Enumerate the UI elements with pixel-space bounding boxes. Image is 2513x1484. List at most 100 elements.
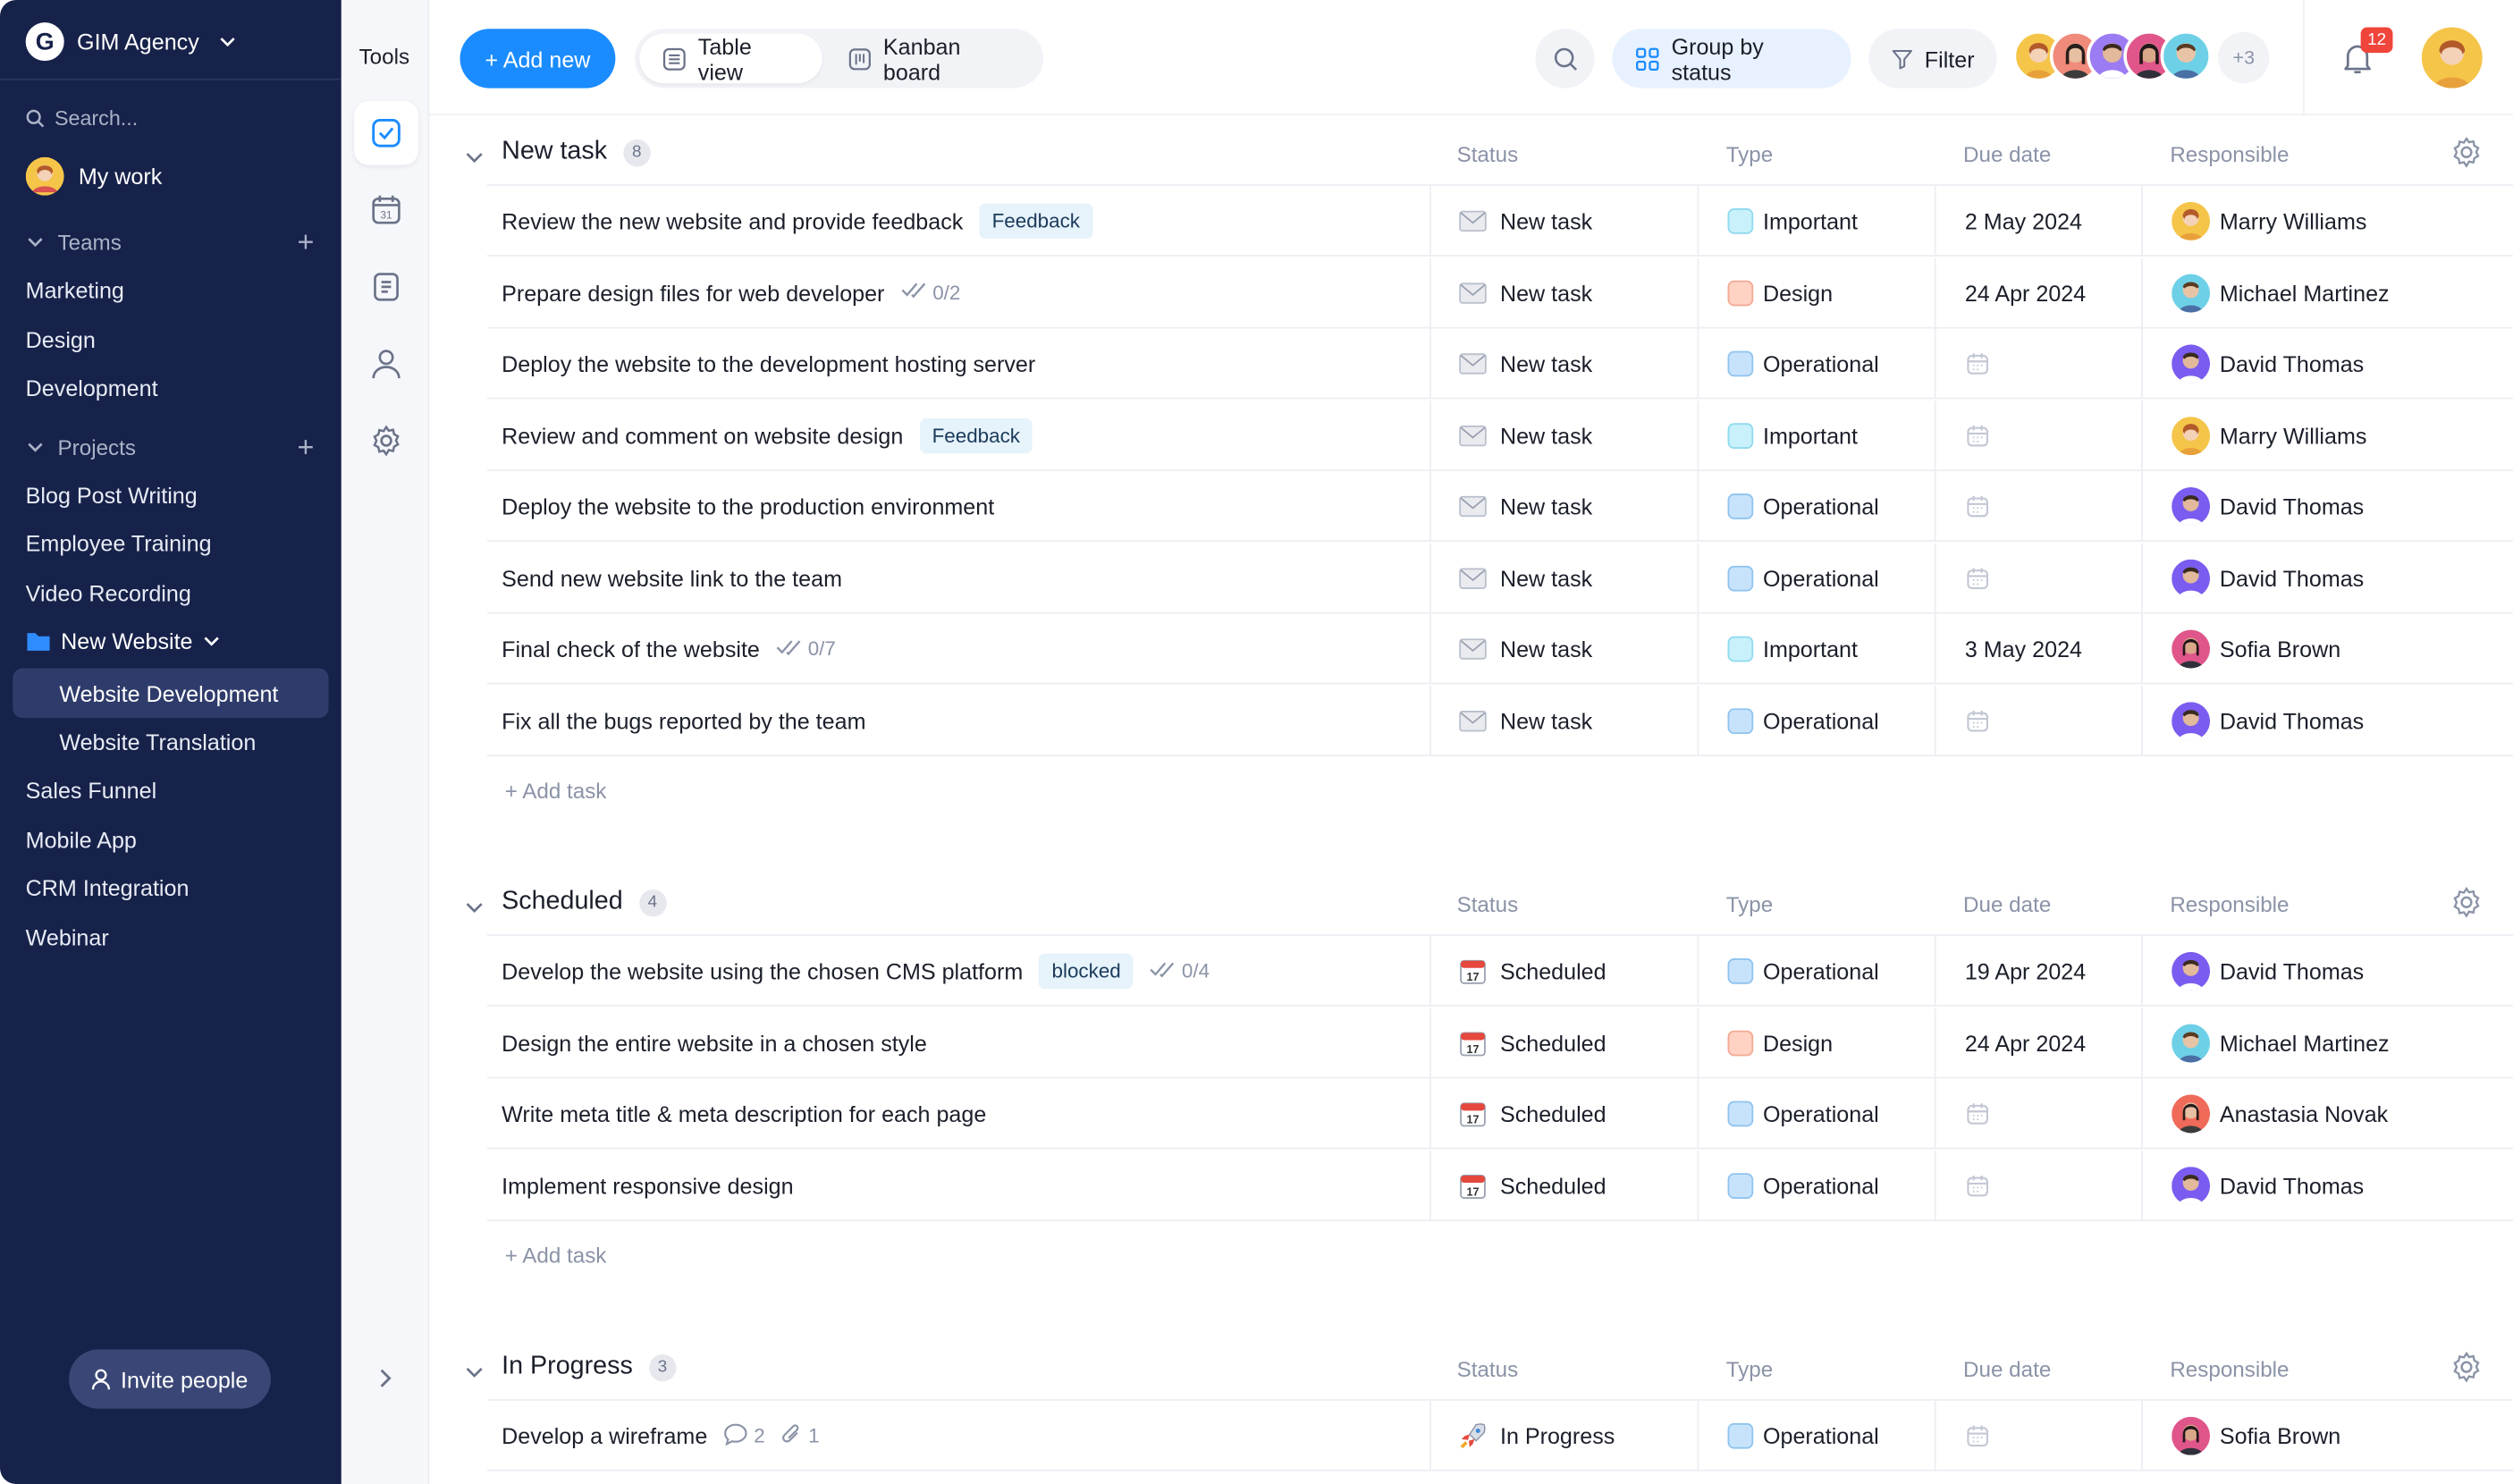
table-row[interactable]: Final check of the website 0/7 New task I… xyxy=(486,613,2513,685)
type-cell[interactable]: Design xyxy=(1697,1007,1934,1078)
column-header-type[interactable]: Type xyxy=(1726,143,1773,167)
responsible-cell[interactable]: Marry Williams xyxy=(2141,400,2513,471)
due-date-cell[interactable]: 19 Apr 2024 xyxy=(1934,935,2141,1007)
group-by-status-button[interactable]: Group by status xyxy=(1612,29,1851,89)
table-row[interactable]: Implement responsive design 17 Scheduled … xyxy=(486,1150,2513,1221)
responsible-cell[interactable]: David Thomas xyxy=(2141,935,2513,1007)
task-name[interactable]: Review the new website and provide feedb… xyxy=(502,208,963,234)
type-cell[interactable]: Important xyxy=(1697,613,1934,685)
responsible-cell[interactable]: David Thomas xyxy=(2141,542,2513,613)
chevron-down-icon[interactable] xyxy=(463,896,485,926)
task-name[interactable]: Design the entire website in a chosen st… xyxy=(502,1030,927,1056)
task-tag[interactable]: Feedback xyxy=(919,417,1033,453)
sidebar-item-marketing[interactable]: Marketing xyxy=(26,277,124,303)
table-row[interactable]: Review the new website and provide feedb… xyxy=(486,185,2513,257)
status-cell[interactable]: New task xyxy=(1429,471,1696,542)
task-tag[interactable]: blocked xyxy=(1039,953,1134,990)
status-cell[interactable]: New task xyxy=(1429,542,1696,613)
empty-date-icon[interactable] xyxy=(1965,1172,1991,1198)
column-header-responsible[interactable]: Responsible xyxy=(2170,143,2289,167)
status-cell[interactable]: 17 Scheduled xyxy=(1429,1078,1696,1150)
responsible-cell[interactable]: David Thomas xyxy=(2141,471,2513,542)
sidebar-item-my-work[interactable]: My work xyxy=(25,156,163,196)
table-row[interactable]: Develop the website using the chosen CMS… xyxy=(486,935,2513,1007)
type-cell[interactable]: Important xyxy=(1697,400,1934,471)
type-cell[interactable]: Operational xyxy=(1697,328,1934,400)
add-project-icon[interactable]: + xyxy=(298,433,315,461)
empty-date-icon[interactable] xyxy=(1965,493,1991,519)
tool-settings[interactable] xyxy=(354,409,418,473)
status-cell[interactable]: New task xyxy=(1429,328,1696,400)
responsible-cell[interactable]: Marry Williams xyxy=(2141,185,2513,257)
sidebar-item-employee-training[interactable]: Employee Training xyxy=(26,530,212,556)
comment-count[interactable]: 2 xyxy=(723,1421,765,1451)
task-name[interactable]: Prepare design files for web developer xyxy=(502,280,884,306)
add-team-icon[interactable]: + xyxy=(298,228,315,257)
column-header-status[interactable]: Status xyxy=(1457,1357,1519,1381)
sidebar-item-blog-post-writing[interactable]: Blog Post Writing xyxy=(26,483,198,509)
sidebar-search[interactable]: Search... xyxy=(26,105,138,130)
status-cell[interactable]: New task xyxy=(1429,400,1696,471)
column-header-status[interactable]: Status xyxy=(1457,893,1519,917)
task-name[interactable]: Develop a wireframe xyxy=(502,1423,707,1449)
sidebar-folder-new-website[interactable]: New Website xyxy=(26,628,222,653)
status-cell[interactable]: 17 Scheduled xyxy=(1429,1007,1696,1078)
table-row[interactable]: Design the entire website in a chosen st… xyxy=(486,1007,2513,1078)
task-name-cell[interactable]: Send new website link to the team xyxy=(502,543,1423,613)
due-date-cell[interactable]: 24 Apr 2024 xyxy=(1934,257,2141,328)
status-cell[interactable]: In Progress xyxy=(1429,1400,1696,1471)
due-date-cell[interactable] xyxy=(1934,1400,2141,1471)
due-date-cell[interactable] xyxy=(1934,1078,2141,1150)
sidebar-item-webinar[interactable]: Webinar xyxy=(26,924,109,950)
type-cell[interactable]: Important xyxy=(1697,185,1934,257)
task-name-cell[interactable]: Deploy the website to the development ho… xyxy=(502,329,1423,400)
empty-date-icon[interactable] xyxy=(1965,1423,1991,1449)
more-members-count[interactable]: +3 xyxy=(2218,31,2270,84)
task-name[interactable]: Develop the website using the chosen CMS… xyxy=(502,958,1023,984)
due-date-cell[interactable] xyxy=(1934,471,2141,542)
responsible-cell[interactable]: David Thomas xyxy=(2141,685,2513,756)
responsible-cell[interactable]: Sofia Brown xyxy=(2141,1400,2513,1471)
sidebar-item-development[interactable]: Development xyxy=(26,375,158,401)
add-task-button[interactable]: + Add task xyxy=(505,779,607,803)
tab-table-view[interactable]: Table view xyxy=(639,33,822,84)
column-header-type[interactable]: Type xyxy=(1726,1357,1773,1381)
task-name-cell[interactable]: Prepare design files for web developer 0/… xyxy=(502,257,1423,328)
sidebar-item-crm-integration[interactable]: CRM Integration xyxy=(26,875,190,901)
gear-icon[interactable] xyxy=(2450,1351,2483,1391)
due-date-cell[interactable] xyxy=(1934,685,2141,756)
column-header-type[interactable]: Type xyxy=(1726,893,1773,917)
empty-date-icon[interactable] xyxy=(1965,351,1991,377)
task-name-cell[interactable]: Deploy the website to the production env… xyxy=(502,471,1423,542)
chevron-down-icon[interactable] xyxy=(463,1361,485,1391)
task-name[interactable]: Final check of the website xyxy=(502,637,760,662)
invite-people-button[interactable]: Invite people xyxy=(69,1349,271,1409)
responsible-cell[interactable]: Sofia Brown xyxy=(2141,613,2513,685)
teams-section-header[interactable]: Teams + xyxy=(26,228,315,257)
empty-date-icon[interactable] xyxy=(1965,1101,1991,1127)
workspace-switcher[interactable]: G GIM Agency xyxy=(25,22,238,62)
empty-date-icon[interactable] xyxy=(1965,565,1991,591)
type-cell[interactable]: Operational xyxy=(1697,471,1934,542)
column-header-due-date[interactable]: Due date xyxy=(1963,143,2051,167)
responsible-cell[interactable]: David Thomas xyxy=(2141,328,2513,400)
task-name-cell[interactable]: Write meta title & meta description for … xyxy=(502,1078,1423,1149)
task-tag[interactable]: Feedback xyxy=(979,203,1093,240)
column-header-status[interactable]: Status xyxy=(1457,143,1519,167)
task-name[interactable]: Review and comment on website design xyxy=(502,422,903,448)
type-cell[interactable]: Operational xyxy=(1697,1078,1934,1150)
type-cell[interactable]: Operational xyxy=(1697,542,1934,613)
type-cell[interactable]: Operational xyxy=(1697,685,1934,756)
table-row[interactable]: Send new website link to the team New ta… xyxy=(486,542,2513,613)
sidebar-item-website-development[interactable]: Website Development xyxy=(13,668,329,719)
responsible-cell[interactable]: Anastasia Novak xyxy=(2141,1078,2513,1150)
tab-kanban-board[interactable]: Kanban board xyxy=(825,33,1038,84)
status-cell[interactable]: New task xyxy=(1429,185,1696,257)
due-date-cell[interactable] xyxy=(1934,1150,2141,1221)
projects-section-header[interactable]: Projects + xyxy=(26,433,315,461)
table-row[interactable]: Fix all the bugs reported by the team Ne… xyxy=(486,685,2513,756)
table-row[interactable]: Deploy the website to the production env… xyxy=(486,471,2513,542)
sidebar-item-video-recording[interactable]: Video Recording xyxy=(26,580,191,606)
status-cell[interactable]: New task xyxy=(1429,685,1696,756)
task-name-cell[interactable]: Develop the website using the chosen CMS… xyxy=(502,936,1423,1007)
